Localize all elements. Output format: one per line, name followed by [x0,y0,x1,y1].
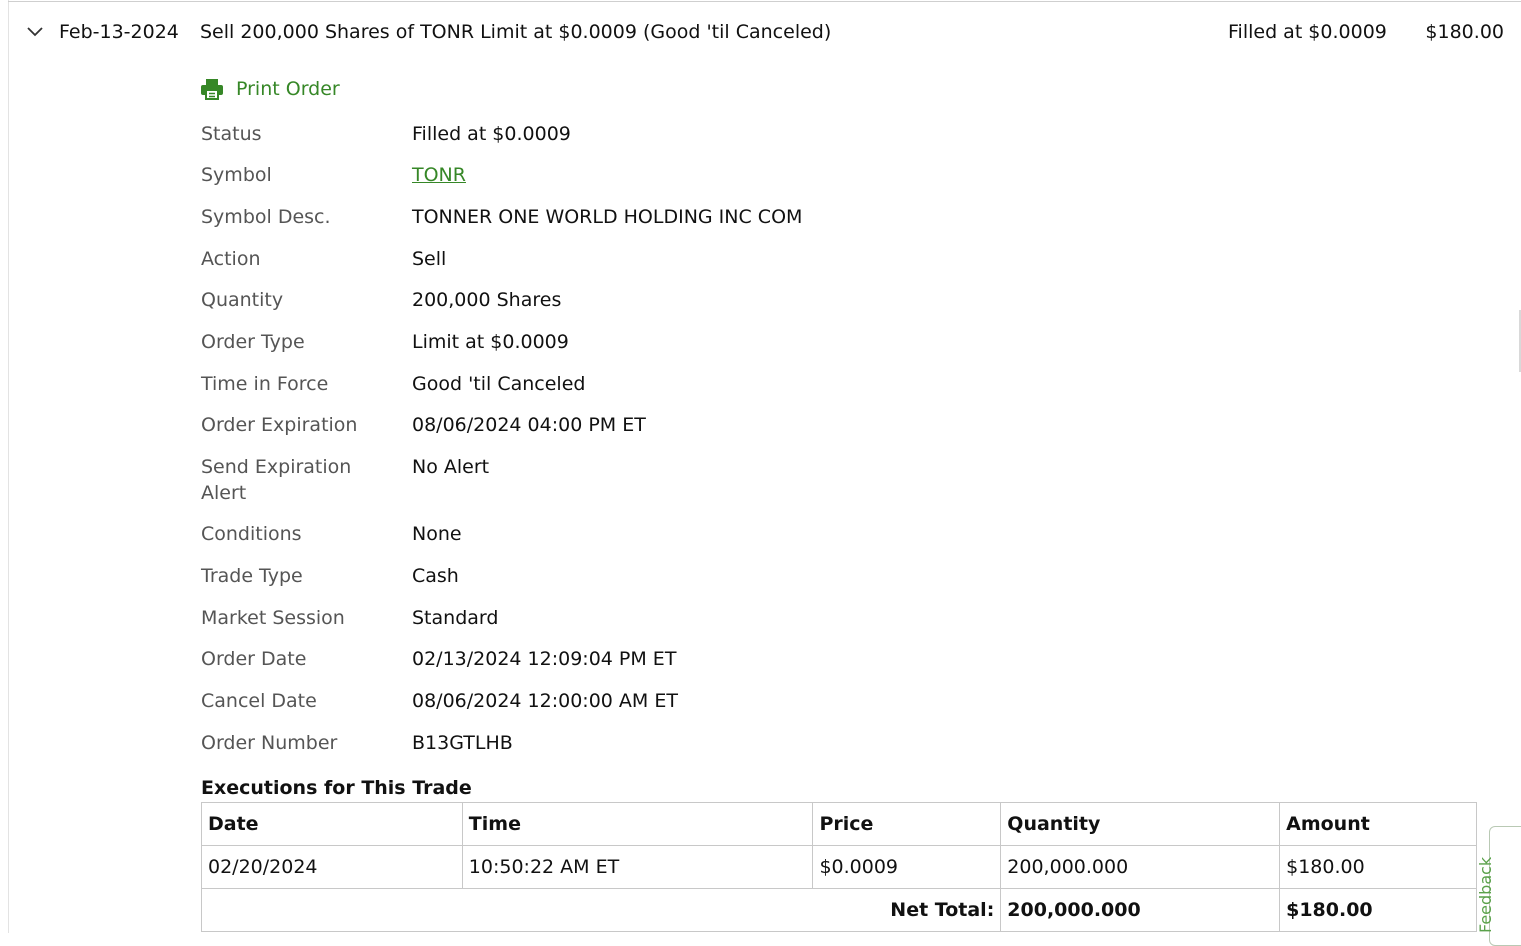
order-date: Feb-13-2024 [59,21,179,43]
net-total-row: Net Total: 200,000.000 $180.00 [200,888,1477,932]
detail-label: Send Expiration Alert [201,456,352,504]
detail-label: Conditions [201,523,302,545]
detail-value: Standard [412,607,499,629]
detail-label: Action [201,248,261,270]
detail-label: Status [201,123,262,145]
table-row: 02/20/2024 10:50:22 AM ET $0.0009 200,00… [201,845,1477,889]
detail-label: Order Number [201,732,338,754]
symbol-link[interactable]: TONR [412,162,466,188]
net-total-quantity: 200,000.000 [1000,888,1281,932]
symbol-link-text[interactable]: TONR [412,164,466,186]
detail-label: Quantity [201,289,284,311]
detail-label: Order Date [201,648,307,670]
column-header-quantity: Quantity [1000,802,1281,846]
detail-value: Filled at $0.0009 [412,123,571,145]
print-order-button[interactable]: Print Order [200,74,340,104]
detail-label: Order Type [201,331,305,353]
table-header-row: Date Time Price Quantity Amount [201,802,1477,846]
column-header-amount: Amount [1279,802,1477,846]
detail-label: Symbol Desc. [201,206,331,228]
net-total-amount: $180.00 [1279,888,1477,932]
detail-label: Market Session [201,607,345,629]
detail-label: Order Expiration [201,414,358,436]
print-order-label: Print Order [236,78,340,100]
column-header-date: Date [201,802,463,846]
detail-value: Cash [412,565,459,587]
feedback-tab[interactable]: Feedback [1476,826,1521,946]
detail-value: None [412,523,462,545]
detail-value: 02/13/2024 12:09:04 PM ET [412,648,677,670]
order-description: Sell 200,000 Shares of TONR Limit at $0.… [200,21,832,43]
feedback-label: Feedback [1476,856,1495,933]
order-summary-row[interactable]: Feb-13-2024 Sell 200,000 Shares of TONR … [0,14,1521,50]
divider [8,1,1521,2]
execution-quantity: 200,000.000 [1000,845,1281,889]
detail-label: Time in Force [201,373,329,395]
order-amount: $180.00 [1425,21,1504,43]
detail-value: Sell [412,248,447,270]
execution-time: 10:50:22 AM ET [461,845,814,889]
chevron-down-icon[interactable] [25,18,45,38]
execution-price: $0.0009 [812,845,1002,889]
order-status: Filled at $0.0009 [1228,21,1387,43]
printer-icon [200,77,224,101]
detail-value: 200,000 Shares [412,289,562,311]
detail-value: 08/06/2024 12:00:00 AM ET [412,690,678,712]
execution-amount: $180.00 [1279,845,1477,889]
executions-title: Executions for This Trade [201,777,472,799]
execution-date: 02/20/2024 [201,845,463,889]
detail-label: Trade Type [201,565,303,587]
detail-value: TONNER ONE WORLD HOLDING INC COM [412,206,803,228]
column-header-time: Time [461,802,814,846]
column-header-price: Price [812,802,1002,846]
detail-label: Symbol [201,164,272,186]
executions-table: Date Time Price Quantity Amount 02/20/20… [200,802,1477,932]
net-total-label: Net Total: [200,888,1002,932]
detail-value: No Alert [412,456,490,478]
detail-value: B13GTLHB [412,732,513,754]
detail-value: 08/06/2024 04:00 PM ET [412,414,646,436]
detail-value: Limit at $0.0009 [412,331,569,353]
detail-value: Good 'til Canceled [412,373,586,395]
detail-label: Cancel Date [201,690,317,712]
